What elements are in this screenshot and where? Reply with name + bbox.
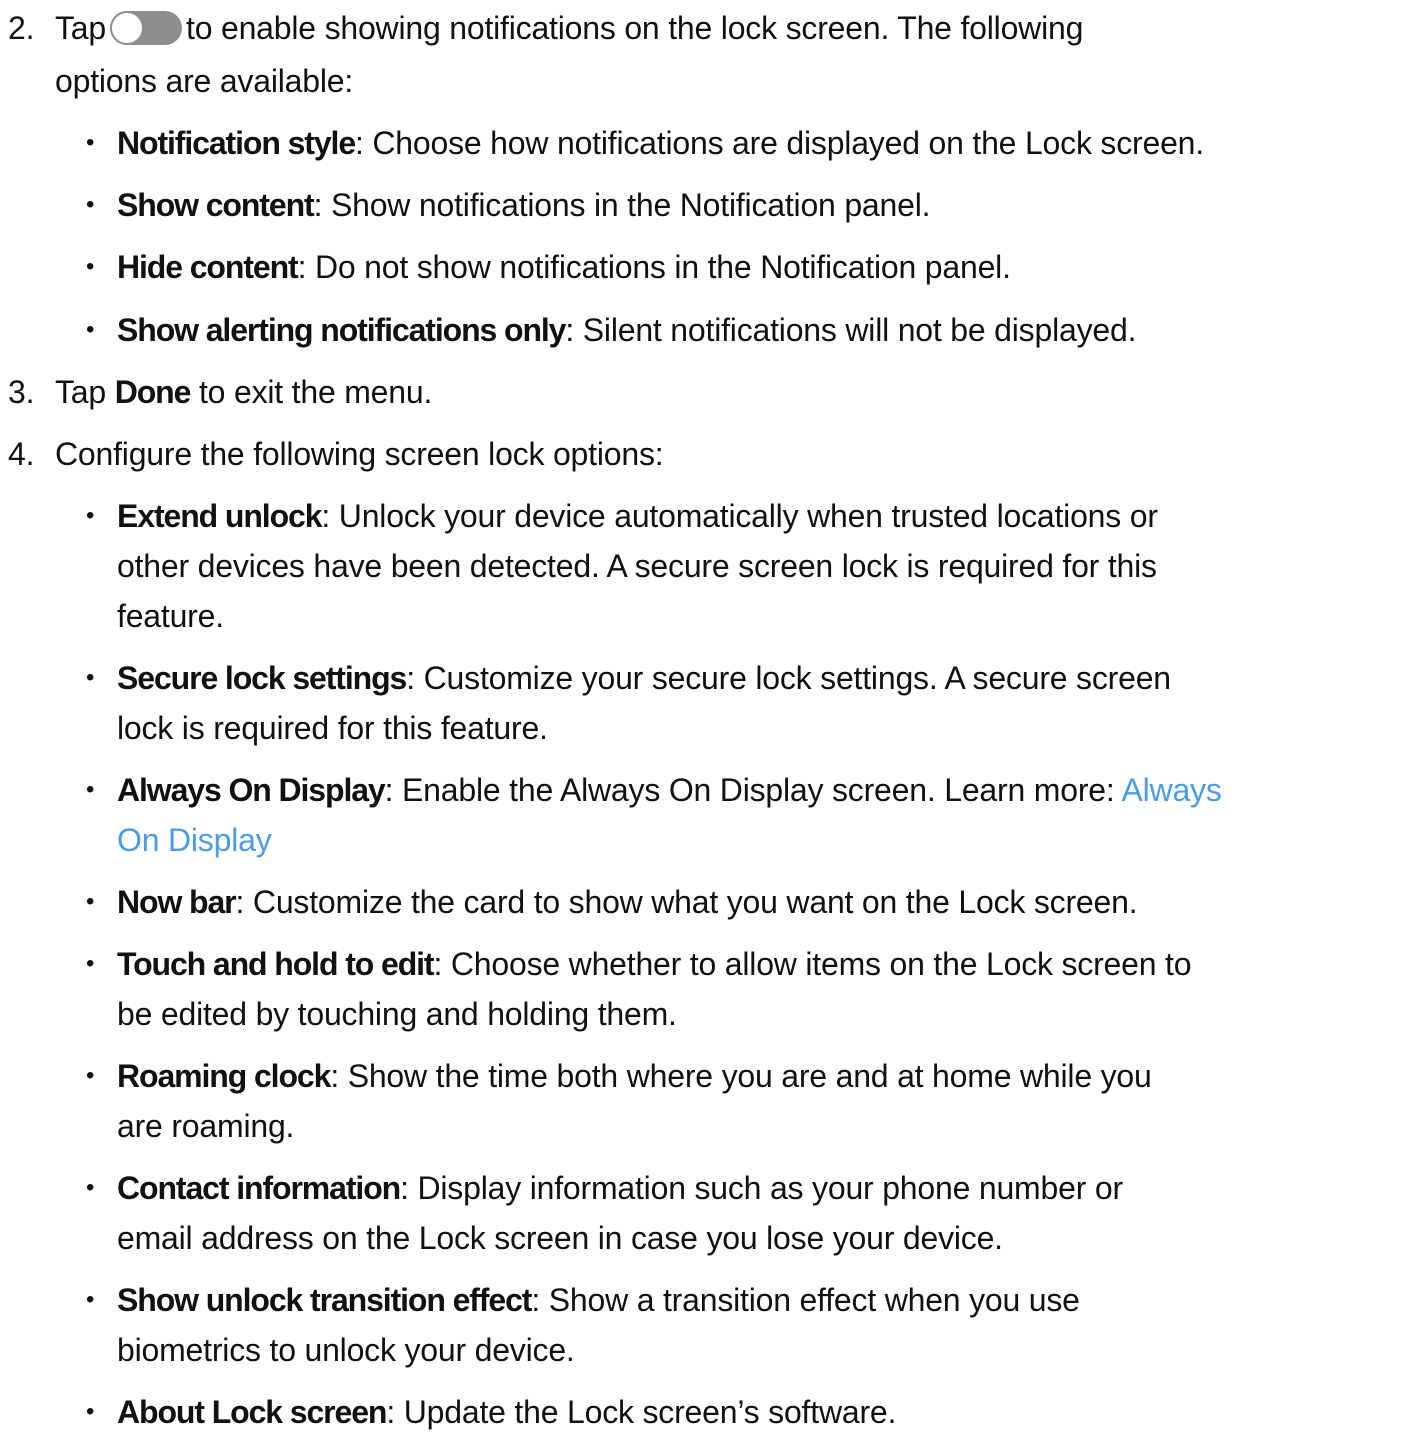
term-label: Show content: [117, 187, 315, 223]
term-label: Always On Display: [117, 772, 386, 808]
show-alerting-item: Show alerting notifications only: Silent…: [117, 305, 1136, 355]
term-label: Show unlock transition effect: [117, 1282, 532, 1318]
term-label: Roaming clock: [117, 1058, 331, 1094]
contact-info-item: Contact information: Display information…: [117, 1163, 1123, 1213]
step-4-number: 4.: [8, 436, 35, 472]
term-label: Now bar: [117, 884, 237, 920]
contact-info-line-2: email address on the Lock screen in case…: [117, 1220, 1003, 1256]
description-text: : Show the time both where you are and a…: [330, 1058, 1152, 1094]
always-on-display-link-cont[interactable]: On Display: [117, 822, 272, 858]
description-text: : Customize the card to show what you wa…: [235, 884, 1138, 920]
description-text: : Choose whether to allow items on the L…: [433, 946, 1192, 982]
notification-style-item: Notification style: Choose how notificat…: [117, 118, 1204, 168]
secure-lock-line-2: lock is required for this feature.: [117, 710, 548, 746]
description-text: : Show a transition effect when you use: [531, 1282, 1080, 1318]
description-text: : Update the Lock screen’s software.: [386, 1394, 897, 1430]
toggle-icon: [110, 10, 182, 45]
unlock-transition-line-2: biometrics to unlock your device.: [117, 1332, 575, 1368]
bullet-icon: •: [86, 253, 95, 280]
bullet-icon: •: [86, 316, 95, 343]
step-2-number: 2.: [8, 10, 35, 46]
hide-content-item: Hide content: Do not show notifications …: [117, 242, 1011, 292]
description-text: : Show notifications in the Notification…: [313, 187, 931, 223]
term-label: Notification style: [117, 125, 356, 161]
bullet-icon: •: [86, 502, 95, 529]
unlock-transition-item: Show unlock transition effect: Show a tr…: [117, 1275, 1080, 1325]
always-on-display-line-2: On Display: [117, 815, 272, 865]
term-label: Secure lock settings: [117, 660, 407, 696]
step-3-number: 3.: [8, 374, 35, 410]
description-text: : Silent notifications will not be displ…: [565, 312, 1137, 348]
description-text: : Enable the Always On Display screen. L…: [384, 772, 1122, 808]
touch-hold-line-2: be edited by touching and holding them.: [117, 996, 677, 1032]
step-2-pre: Tap: [55, 10, 106, 46]
always-on-display-item: Always On Display: Enable the Always On …: [117, 765, 1222, 815]
step-2-line-1: Tap to enable showing notifications on th…: [55, 3, 1083, 53]
term-label: Done: [114, 374, 192, 410]
bullet-icon: •: [86, 191, 95, 218]
now-bar-item: Now bar: Customize the card to show what…: [117, 877, 1138, 927]
extend-unlock-item: Extend unlock: Unlock your device automa…: [117, 491, 1158, 541]
description-text: Tap: [55, 374, 115, 410]
roaming-clock-line-2: are roaming.: [117, 1108, 295, 1144]
description-text: : Display information such as your phone…: [400, 1170, 1123, 1206]
term-label: Touch and hold to edit: [117, 946, 435, 982]
term-label: About Lock screen: [117, 1394, 387, 1430]
always-on-display-link[interactable]: Always: [1122, 772, 1222, 808]
secure-lock-item: Secure lock settings: Customize your sec…: [117, 653, 1171, 703]
bullet-icon: •: [86, 888, 95, 915]
term-label: Extend unlock: [117, 498, 323, 534]
step-4-line: Configure the following screen lock opti…: [55, 436, 664, 472]
description-text: : Unlock your device automatically when …: [321, 498, 1158, 534]
description-text: : Customize your secure lock settings. A…: [406, 660, 1171, 696]
term-label: Show alerting notifications only: [117, 312, 566, 348]
description-text: : Choose how notifications are displayed…: [355, 125, 1204, 161]
step-2-post: to enable showing notifications on the l…: [186, 10, 1084, 46]
bullet-icon: •: [86, 1174, 95, 1201]
step-3-line: Tap Done to exit the menu.: [55, 367, 432, 417]
bullet-icon: •: [86, 129, 95, 156]
touch-hold-item: Touch and hold to edit: Choose whether t…: [117, 939, 1192, 989]
extend-unlock-line-3: feature.: [117, 598, 224, 634]
bullet-icon: •: [86, 950, 95, 977]
description-text: : Do not show notifications in the Notif…: [297, 249, 1011, 285]
bullet-icon: •: [86, 664, 95, 691]
extend-unlock-line-2: other devices have been detected. A secu…: [117, 548, 1157, 584]
roaming-clock-item: Roaming clock: Show the time both where …: [117, 1051, 1152, 1101]
bullet-icon: •: [86, 776, 95, 803]
step-2-line-2: options are available:: [55, 63, 354, 99]
bullet-icon: •: [86, 1062, 95, 1089]
show-content-item: Show content: Show notifications in the …: [117, 180, 931, 230]
bullet-icon: •: [86, 1286, 95, 1313]
description-text: to exit the menu.: [190, 374, 433, 410]
term-label: Contact information: [117, 1170, 401, 1206]
term-label: Hide content: [117, 249, 299, 285]
